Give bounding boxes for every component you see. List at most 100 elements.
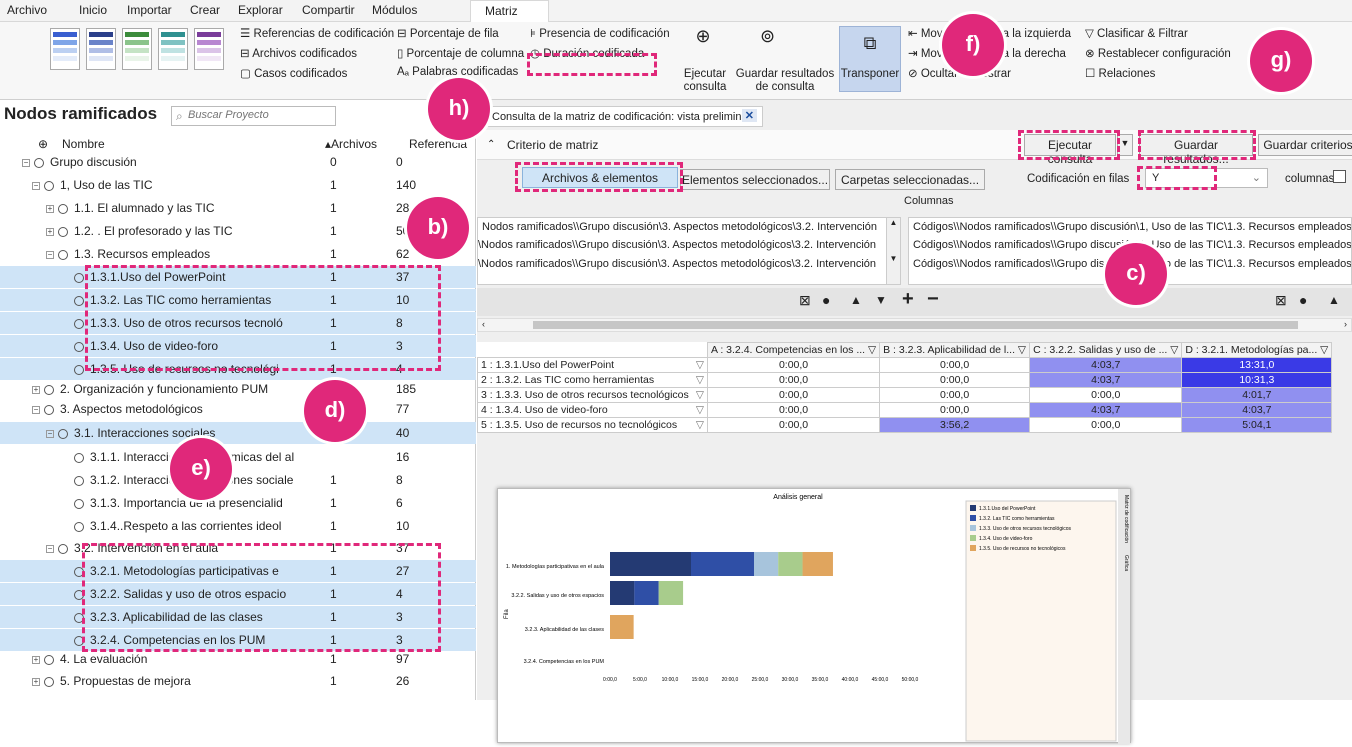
tree-node[interactable]: +2. Organización y funcionamiento PUM 185 xyxy=(0,378,476,400)
matrix-row-header[interactable]: 5 : 1.3.5. Uso de recursos no tecnológic… xyxy=(477,417,708,433)
layout-style-1[interactable] xyxy=(50,28,80,70)
matrix-cell[interactable]: 0:00,0 xyxy=(879,372,1031,388)
matrix-row-header[interactable]: 4 : 1.3.4. Uso de video-foro ▽ xyxy=(477,402,708,418)
expand-icon[interactable]: − xyxy=(22,158,30,167)
matrix-cell[interactable]: 4:03,7 xyxy=(1181,402,1333,418)
matrix-cell[interactable]: 13:31,0 xyxy=(1181,357,1333,373)
tab-carpetas-seleccionadas[interactable]: Carpetas seleccionadas... xyxy=(835,169,985,190)
menu-crear[interactable]: Crear xyxy=(190,3,220,17)
matrix-cell[interactable]: 10:31,3 xyxy=(1181,372,1333,388)
matrix-cell[interactable]: 4:03,7 xyxy=(1029,357,1183,373)
search-field[interactable] xyxy=(188,109,333,121)
matrix-cell[interactable]: 3:56,2 xyxy=(879,417,1031,433)
tree-node[interactable]: +5. Propuestas de mejora 1 26 xyxy=(0,670,476,692)
add-icon[interactable]: ⊕ xyxy=(38,137,48,151)
user-icon[interactable]: ● xyxy=(822,292,830,308)
close-icon[interactable]: ✕ xyxy=(741,109,757,122)
expand-icon[interactable]: − xyxy=(32,181,40,190)
porcentaje-fila-option[interactable]: ⊟ Porcentaje de fila xyxy=(397,26,499,40)
tree-node[interactable]: −1, Uso de las TIC 1 140 xyxy=(0,174,476,196)
menu-importar[interactable]: Importar xyxy=(127,3,172,17)
presencia-codificacion-option[interactable]: ⊧ Presencia de codificación xyxy=(530,26,670,40)
layout-style-5[interactable] xyxy=(194,28,224,70)
relaciones-checkbox[interactable]: ☐ Relaciones xyxy=(1085,66,1155,80)
ejecutar-consulta-button[interactable]: Ejecutar consulta xyxy=(679,68,731,94)
matrix-cell[interactable]: 0:00,0 xyxy=(706,372,881,388)
transponer-button[interactable]: ⧉ Transponer xyxy=(839,26,901,92)
matrix-cell[interactable]: 0:00,0 xyxy=(706,387,881,403)
select-icon[interactable]: ⊠ xyxy=(1275,292,1287,309)
expand-icon[interactable]: + xyxy=(46,204,54,213)
tree-node[interactable]: 3.1.4..Respeto a las corrientes ideol 1 10 xyxy=(0,515,476,537)
guardar-resultados-button[interactable]: Guardar resultados de consulta xyxy=(732,68,838,94)
expand-icon[interactable]: − xyxy=(46,250,54,259)
matrix-cell[interactable]: 0:00,0 xyxy=(706,402,881,418)
matrix-col-header[interactable]: A : 3.2.4. Competencias en los ... ▽ xyxy=(706,342,881,358)
expand-icon[interactable]: + xyxy=(32,655,40,664)
tree-node[interactable]: 3.1.2. Interacciones relaciones sociale1… xyxy=(0,469,476,491)
expand-icon[interactable]: − xyxy=(46,544,54,553)
menu-archivo[interactable]: Archivo xyxy=(7,3,47,17)
select-icon[interactable]: ⊠ xyxy=(799,292,811,309)
horizontal-scrollbar[interactable]: ‹ › xyxy=(477,318,1352,332)
col-nombre[interactable]: Nombre xyxy=(62,137,105,151)
layout-style-3[interactable] xyxy=(122,28,152,70)
matrix-col-header[interactable]: D : 3.2.1. Metodologías pa... ▽ xyxy=(1181,342,1333,358)
matrix-row-header[interactable]: 1 : 1.3.1.Uso del PowerPoint ▽ xyxy=(477,357,708,373)
matrix-cell[interactable]: 0:00,0 xyxy=(706,357,881,373)
menu-compartir[interactable]: Compartir xyxy=(302,3,355,17)
matrix-row-header[interactable]: 2 : 1.3.2. Las TIC como herramientas ▽ xyxy=(477,372,708,388)
matrix-cell[interactable]: 0:00,0 xyxy=(706,417,881,433)
tree-node[interactable]: −1.3. Recursos empleados 1 62 xyxy=(0,243,476,265)
row-criterion[interactable]: \Nodos ramificados\\Grupo discusión\3. A… xyxy=(478,258,876,270)
tree-node[interactable]: +1.1. El alumnado y las TIC 1 28 xyxy=(0,197,476,219)
ref-codificacion-option[interactable]: ☰ Referencias de codificación xyxy=(240,26,394,40)
restablecer-option[interactable]: ⊗ Restablecer configuración xyxy=(1085,46,1231,60)
matrix-cell[interactable]: 0:00,0 xyxy=(879,402,1031,418)
matrix-col-header[interactable]: B : 3.2.3. Aplicabilidad de l... ▽ xyxy=(879,342,1031,358)
matrix-cell[interactable]: 4:01,7 xyxy=(1181,387,1333,403)
tree-node[interactable]: 3.1.1. Interacciones académicas del al 16 xyxy=(0,446,476,468)
expand-icon[interactable]: + xyxy=(46,227,54,236)
tree-node[interactable]: 3.1.3. Importancia de la presencialid 1 6 xyxy=(0,492,476,514)
move-up-icon[interactable]: ▲ xyxy=(1328,293,1340,307)
query-tab[interactable]: Consulta de la matriz de codificación: v… xyxy=(485,106,763,127)
expand-icon[interactable]: − xyxy=(46,429,54,438)
expand-icon[interactable]: + xyxy=(32,677,40,686)
user-icon[interactable]: ● xyxy=(1299,292,1307,308)
tree-node[interactable]: −3. Aspectos metodológicos 77 xyxy=(0,398,476,420)
matrix-cell[interactable]: 0:00,0 xyxy=(1029,387,1183,403)
matrix-cell[interactable]: 4:03,7 xyxy=(1029,372,1183,388)
tree-node[interactable]: +1.2. . El profesorado y las TIC 1 50 xyxy=(0,220,476,242)
matrix-cell[interactable]: 5:04,1 xyxy=(1181,417,1333,433)
scrollbar[interactable]: ▲ ▼ xyxy=(886,218,900,284)
column-criterion[interactable]: Códigos\\Nodos ramificados\\Grupo discus… xyxy=(913,221,1351,233)
columnas-checkbox[interactable] xyxy=(1333,170,1346,183)
matrix-col-header[interactable]: C : 3.2.2. Salidas y uso de ... ▽ xyxy=(1029,342,1183,358)
clasificar-filtrar-option[interactable]: ▽ Clasificar & Filtrar xyxy=(1085,26,1188,40)
tree-node[interactable]: − Grupo discusión 0 0 xyxy=(0,151,476,173)
porcentaje-columna-option[interactable]: ▯ Porcentaje de columna xyxy=(397,46,524,60)
row-criterion[interactable]: \Nodos ramificados\\Grupo discusión\3. A… xyxy=(478,239,876,251)
collapse-icon[interactable]: ⌃ xyxy=(487,139,495,150)
remove-icon[interactable]: − xyxy=(927,288,939,311)
move-up-icon[interactable]: ▲ xyxy=(850,293,862,307)
tab-elementos-seleccionados[interactable]: Elementos seleccionados... xyxy=(680,169,830,190)
row-criterion[interactable]: Nodos ramificados\\Grupo discusión\3. As… xyxy=(482,221,877,233)
matrix-cell[interactable]: 0:00,0 xyxy=(879,387,1031,403)
matrix-cell[interactable]: 4:03,7 xyxy=(1029,402,1183,418)
tree-node[interactable]: −3.1. Interacciones sociales 40 xyxy=(0,422,476,444)
col-archivos[interactable]: ▴Archivos xyxy=(325,137,377,151)
rows-criteria-list[interactable]: Nodos ramificados\\Grupo discusión\3. As… xyxy=(477,217,901,285)
menu-explorar[interactable]: Explorar xyxy=(238,3,283,17)
guardar-criterios-btn[interactable]: Guardar criterios xyxy=(1258,134,1352,156)
matrix-cell[interactable]: 0:00,0 xyxy=(879,357,1031,373)
matrix-row-header[interactable]: 3 : 1.3.3. Uso de otros recursos tecnoló… xyxy=(477,387,708,403)
move-down-icon[interactable]: ▼ xyxy=(875,293,887,307)
archivos-codificados-option[interactable]: ⊟ Archivos codificados xyxy=(240,46,357,60)
layout-style-4[interactable] xyxy=(158,28,188,70)
layout-style-2[interactable] xyxy=(86,28,116,70)
add-icon[interactable]: + xyxy=(902,288,914,311)
palabras-codificadas-option[interactable]: Aₐ Palabras codificadas xyxy=(397,66,518,78)
menu-matriz[interactable]: Matriz xyxy=(470,0,549,22)
